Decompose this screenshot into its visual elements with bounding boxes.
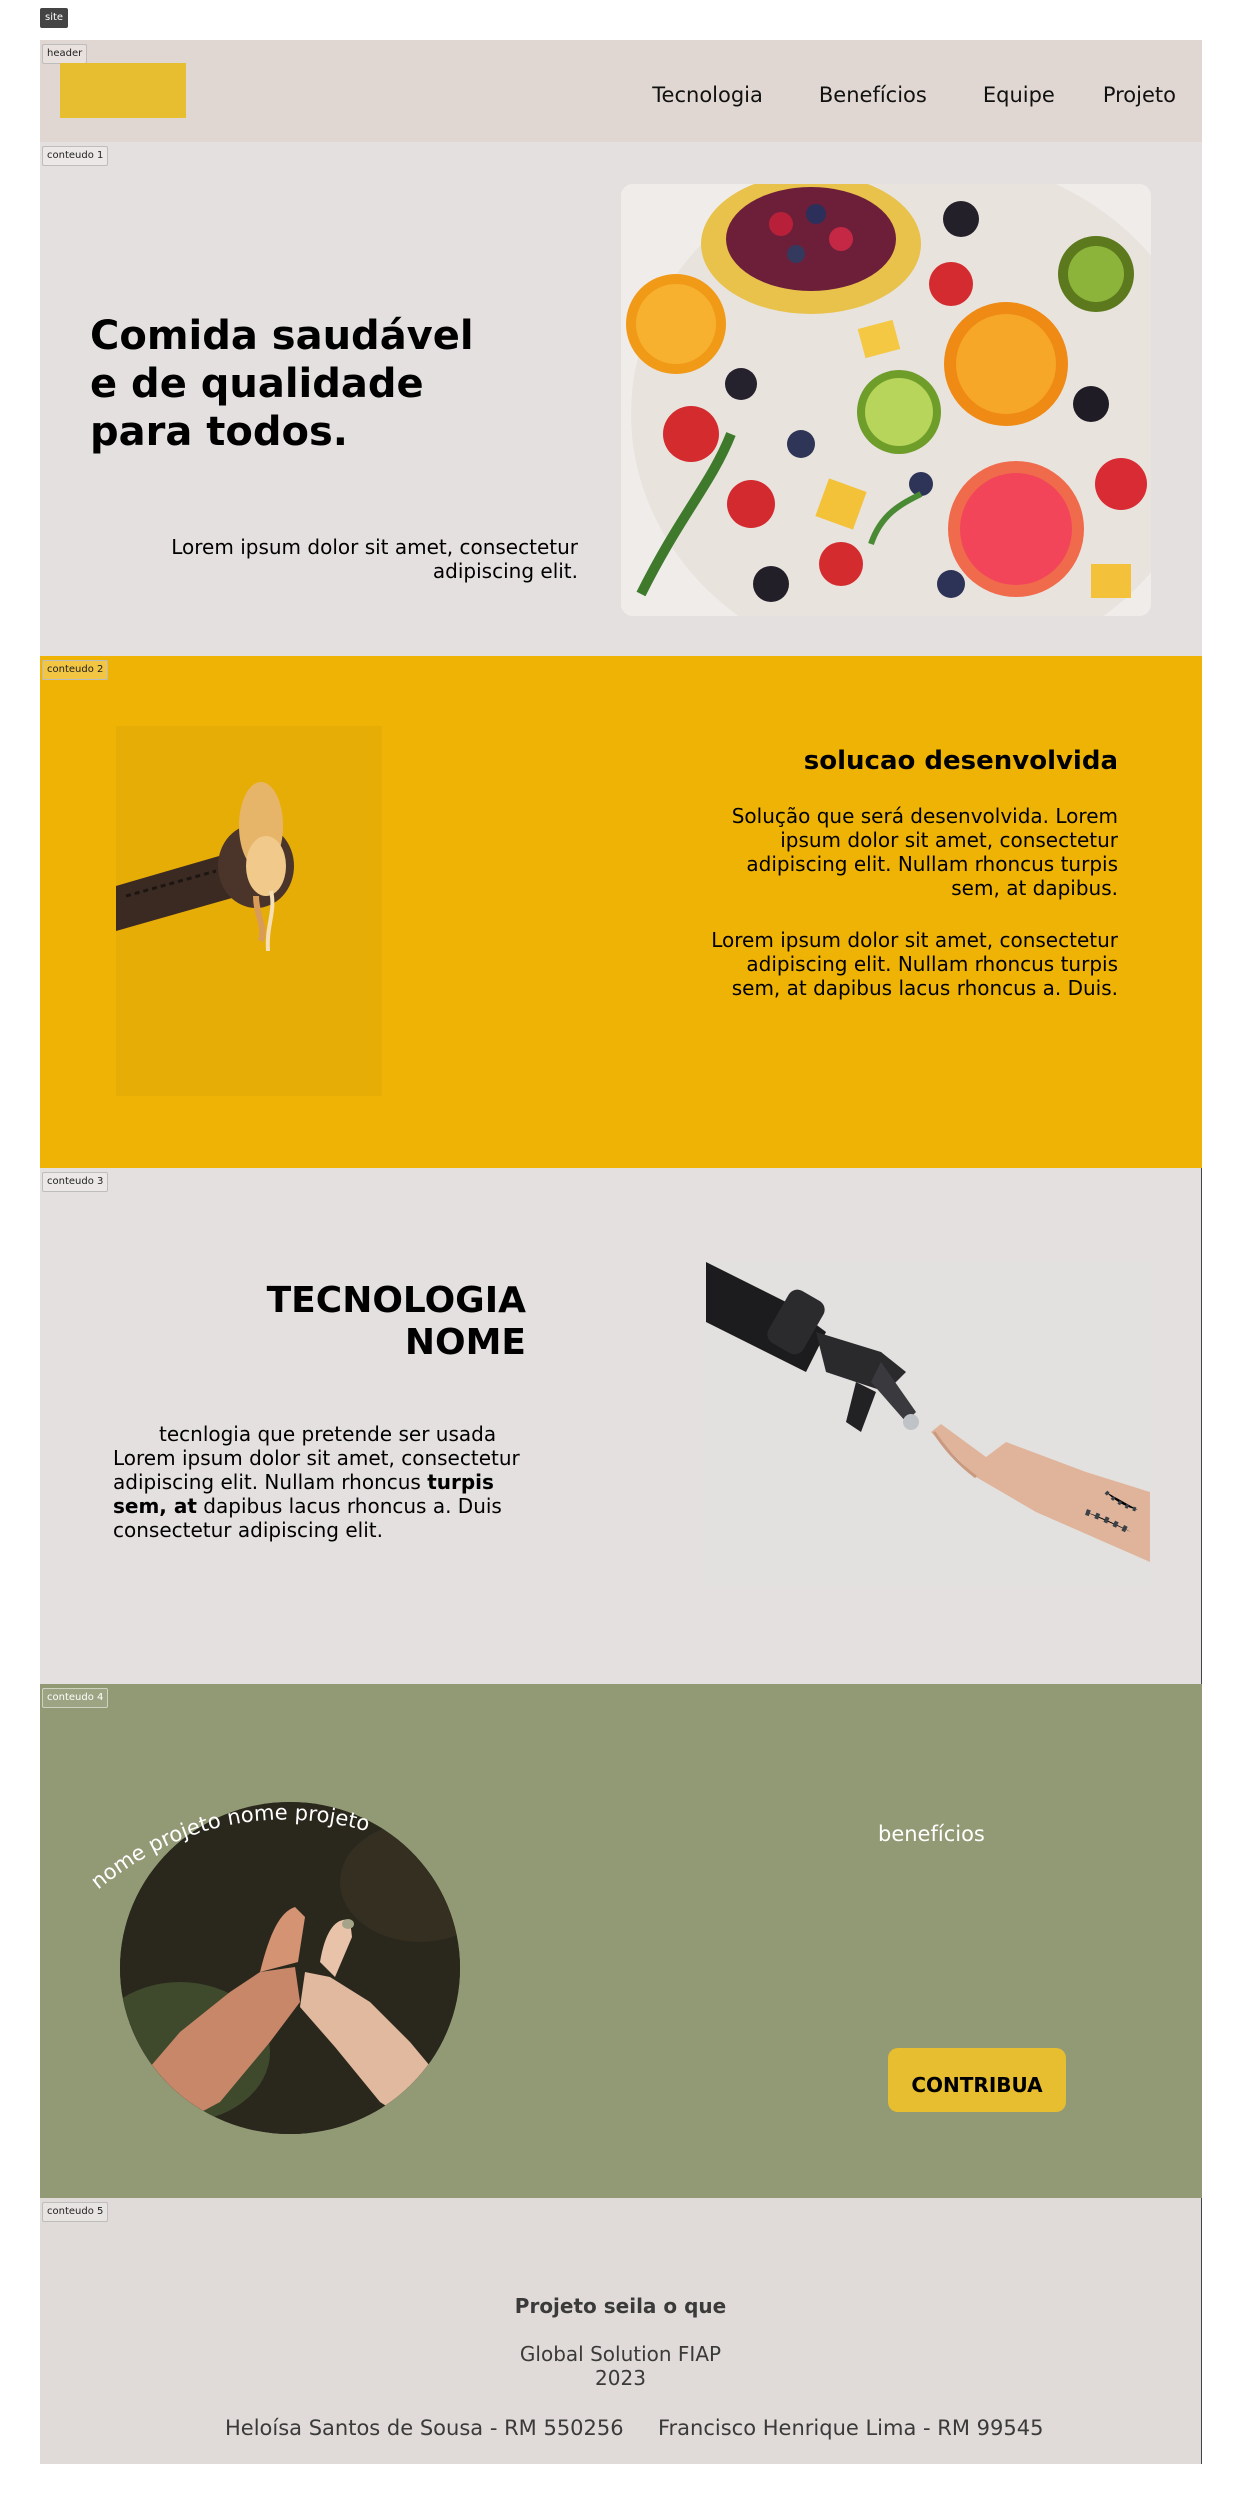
project-name-curved-textpath: nome projeto nome projeto [86,1801,372,1894]
solution-paragraph-1: Solução que será desenvolvida. Lorem ips… [731,804,1118,900]
benefits-label: benefícios [878,1822,985,1846]
footer-title: Projeto seila o que [514,2294,727,2318]
content-section-2: conteudo 2 solucao desenvolvida Solução … [40,656,1202,1168]
footer-subtitle-line-2: 2023 [595,2366,646,2390]
robot-and-human-hands-image [706,1262,1150,1586]
svg-text:nome projeto nome projeto: nome projeto nome projeto [86,1801,372,1894]
header: header Tecnologia Benefícios Equipe Proj… [40,40,1202,142]
site-label: site [40,8,69,28]
section-2-label: conteudo 2 [42,660,109,680]
hero-text: Lorem ipsum dolor sit amet, consectetur … [171,535,578,583]
contribute-button[interactable]: CONTRIBUA [888,2048,1066,2112]
content-section-3: conteudo 3 TECNOLOGIA NOME tecnlogia que… [40,1168,1202,1684]
content-section-1: conteudo 1 Comida saudável e de qualidad… [40,142,1202,656]
header-label: header [42,44,88,64]
technology-title-line-1: TECNOLOGIA [266,1280,526,1321]
nav-link-projeto[interactable]: Projeto [1103,83,1176,107]
section-4-label: conteudo 4 [42,1688,109,1708]
technology-text: tecnlogia que pretende ser usada Lorem ip… [113,1422,533,1542]
project-name-curved-text: nome projeto nome projeto [86,1801,372,1894]
team-member-1: Heloísa Santos de Sousa - RM 550256 [225,2416,624,2440]
nav-link-beneficios[interactable]: Benefícios [819,83,927,107]
nav-link-tecnologia[interactable]: Tecnologia [652,83,763,107]
section-5-label: conteudo 5 [42,2202,109,2222]
technology-title: TECNOLOGIA NOME [180,1280,526,1364]
logo[interactable] [60,63,186,118]
nav-link-equipe[interactable]: Equipe [983,83,1055,107]
main-nav: Tecnologia Benefícios Equipe Projeto [652,83,1176,107]
solution-paragraph-2: Lorem ipsum dolor sit amet, consectetur … [711,928,1118,1000]
footer-subtitle-line-1: Global Solution FIAP [519,2342,722,2366]
hand-squeezing-donut-image [116,726,382,1096]
solution-heading: solucao desenvolvida [803,746,1118,776]
technology-intro: tecnlogia que pretende ser usada [159,1422,497,1446]
section-3-label: conteudo 3 [42,1172,109,1192]
hero-title: Comida saudável e de qualidade para todo… [90,313,474,455]
fruit-platter-image [621,184,1151,616]
content-section-4: conteudo 4 nome projeto nome projeto ben… [40,1684,1202,2198]
team-member-2: Francisco Henrique Lima - RM 99545 [658,2416,1044,2440]
technology-title-line-2: NOME [404,1322,526,1363]
section-1-label: conteudo 1 [42,146,109,166]
content-section-5: conteudo 5 Projeto seila o que Global So… [40,2198,1202,2464]
